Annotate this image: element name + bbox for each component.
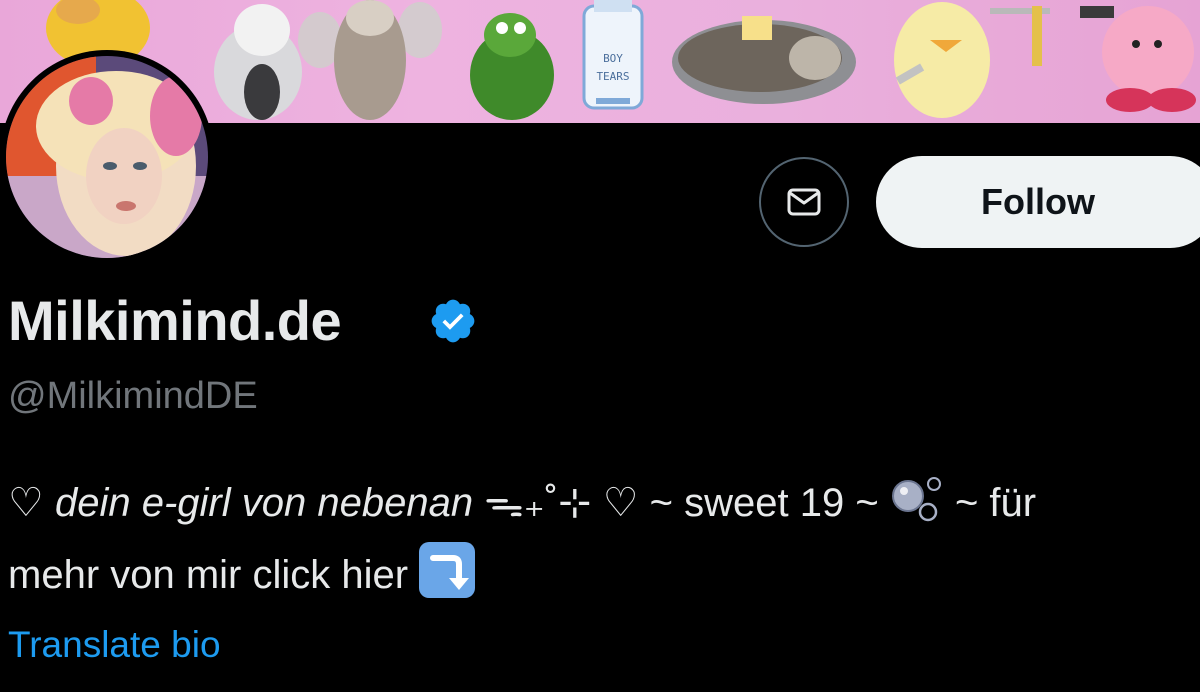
bio-line1-end: ~ für xyxy=(943,481,1037,525)
cat-sticker xyxy=(214,4,302,120)
display-name: Milkimind.de xyxy=(8,289,342,352)
verified-badge-icon[interactable] xyxy=(428,296,478,346)
bio: ♡ dein e-girl von nebenan ᯓ₊˚⊹ ♡ ~ sweet… xyxy=(8,472,1188,606)
svg-text:TEARS: TEARS xyxy=(596,70,629,83)
message-button[interactable] xyxy=(759,157,849,247)
arrow-down-right-emoji xyxy=(419,542,476,598)
gun-sticker xyxy=(990,6,1114,66)
opossum-sticker xyxy=(298,0,442,120)
follow-button[interactable]: Follow xyxy=(876,156,1200,248)
envelope-icon xyxy=(787,188,821,216)
kirby-sticker xyxy=(1102,6,1196,112)
translate-bio-link[interactable]: Translate bio xyxy=(8,624,221,666)
avatar-photo xyxy=(6,56,208,258)
bio-line-1: ♡ dein e-girl von nebenan ᯓ₊˚⊹ ♡ ~ sweet… xyxy=(8,472,1188,542)
chick-sticker xyxy=(894,2,990,118)
potato-cat-sticker xyxy=(672,16,856,104)
bottle-sticker: BOY TEARS xyxy=(582,0,644,110)
bio-line-2: mehr von mir click hier xyxy=(8,542,1188,606)
bio-italic-text: dein e-girl von nebenan xyxy=(54,481,474,525)
handle: @MilkimindDE xyxy=(8,375,258,417)
bio-line2-text: mehr von mir click hier xyxy=(8,553,420,597)
avatar[interactable] xyxy=(0,50,214,264)
bubbles-emoji xyxy=(890,474,944,542)
bottle-label: BOY xyxy=(603,52,623,65)
bio-heart-start: ♡ xyxy=(8,481,55,525)
bio-symbols-text: ᯓ₊˚⊹ ♡ ~ sweet 19 ~ xyxy=(473,481,890,525)
frog-sticker xyxy=(470,13,554,120)
